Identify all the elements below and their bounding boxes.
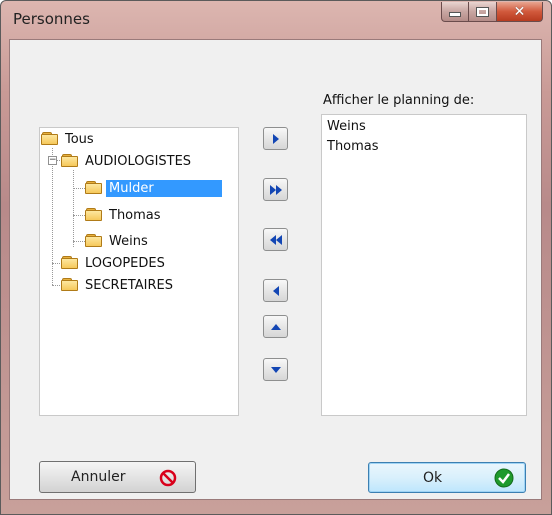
tree-item-logopedes[interactable]: LOGOPEDES <box>61 253 168 273</box>
ok-button[interactable]: Ok <box>368 462 526 493</box>
arrow-up-icon <box>270 323 281 330</box>
arrow-down-icon <box>270 366 281 373</box>
cancel-icon <box>159 469 177 487</box>
add-selected-button[interactable] <box>263 127 288 150</box>
arrow-left-icon <box>272 285 279 296</box>
list-item[interactable]: Weins <box>327 119 366 134</box>
list-item[interactable]: Thomas <box>327 139 379 154</box>
tree-item-label: AUDIOLOGISTES <box>85 153 192 169</box>
tree-item-label: Mulder <box>106 179 222 197</box>
tree-item-label: SECRETAIRES <box>85 277 173 293</box>
tree-item-audiologistes[interactable]: AUDIOLOGISTES <box>61 151 194 171</box>
tree-line <box>73 241 85 242</box>
tree-item-weins[interactable]: Weins <box>85 231 151 251</box>
tree-item-tous[interactable]: Tous <box>41 129 97 149</box>
cancel-button[interactable]: Annuler <box>39 461 196 493</box>
tree-item-label: Thomas <box>109 207 161 223</box>
move-down-button[interactable] <box>263 358 288 381</box>
double-arrow-right-icon <box>269 184 282 195</box>
tree-item-mulder[interactable]: Mulder <box>85 178 222 198</box>
tree-item-secretaires[interactable]: SECRETAIRES <box>61 275 176 295</box>
remove-all-button[interactable] <box>263 228 288 251</box>
tree-item-label: Weins <box>109 233 148 249</box>
folder-open-icon <box>41 132 60 146</box>
window-title: Personnes <box>13 10 90 28</box>
double-arrow-left-icon <box>269 234 282 245</box>
folder-icon <box>85 208 104 222</box>
move-up-button[interactable] <box>263 315 288 338</box>
check-icon <box>494 468 514 488</box>
tree-item-thomas[interactable]: Thomas <box>85 205 164 225</box>
minimize-icon <box>449 12 461 17</box>
close-button[interactable]: ✕ <box>497 2 543 22</box>
folder-icon <box>85 181 104 195</box>
remove-selected-button[interactable] <box>263 279 288 302</box>
add-all-button[interactable] <box>263 178 288 201</box>
title-bar[interactable]: Personnes ✕ <box>1 1 551 37</box>
collapse-icon[interactable]: − <box>48 156 57 165</box>
folder-open-icon <box>61 154 80 168</box>
tree-item-label: Tous <box>65 131 94 147</box>
dialog-window: Personnes ✕ Tous − AUDIOLOGISTES Mulder … <box>0 0 552 515</box>
dialog-content: Tous − AUDIOLOGISTES Mulder Thomas Weins <box>9 39 542 500</box>
close-icon: ✕ <box>513 3 526 20</box>
tree-line <box>52 148 53 285</box>
folder-icon <box>85 234 104 248</box>
caption-buttons: ✕ <box>441 2 543 24</box>
maximize-icon <box>476 6 489 17</box>
planning-list[interactable]: Weins Thomas <box>321 114 527 416</box>
people-tree[interactable]: Tous − AUDIOLOGISTES Mulder Thomas Weins <box>39 127 239 416</box>
tree-line <box>73 215 85 216</box>
folder-icon <box>61 278 80 292</box>
arrow-right-icon <box>272 133 279 144</box>
maximize-button[interactable] <box>469 2 497 22</box>
ok-button-label: Ok <box>423 469 443 486</box>
tree-item-label: LOGOPEDES <box>85 255 165 271</box>
tree-line <box>73 188 85 189</box>
planning-list-label: Afficher le planning de: <box>323 93 475 108</box>
cancel-button-label: Annuler <box>71 469 126 485</box>
minimize-button[interactable] <box>441 2 469 22</box>
folder-icon <box>61 256 80 270</box>
tree-line <box>73 170 74 247</box>
